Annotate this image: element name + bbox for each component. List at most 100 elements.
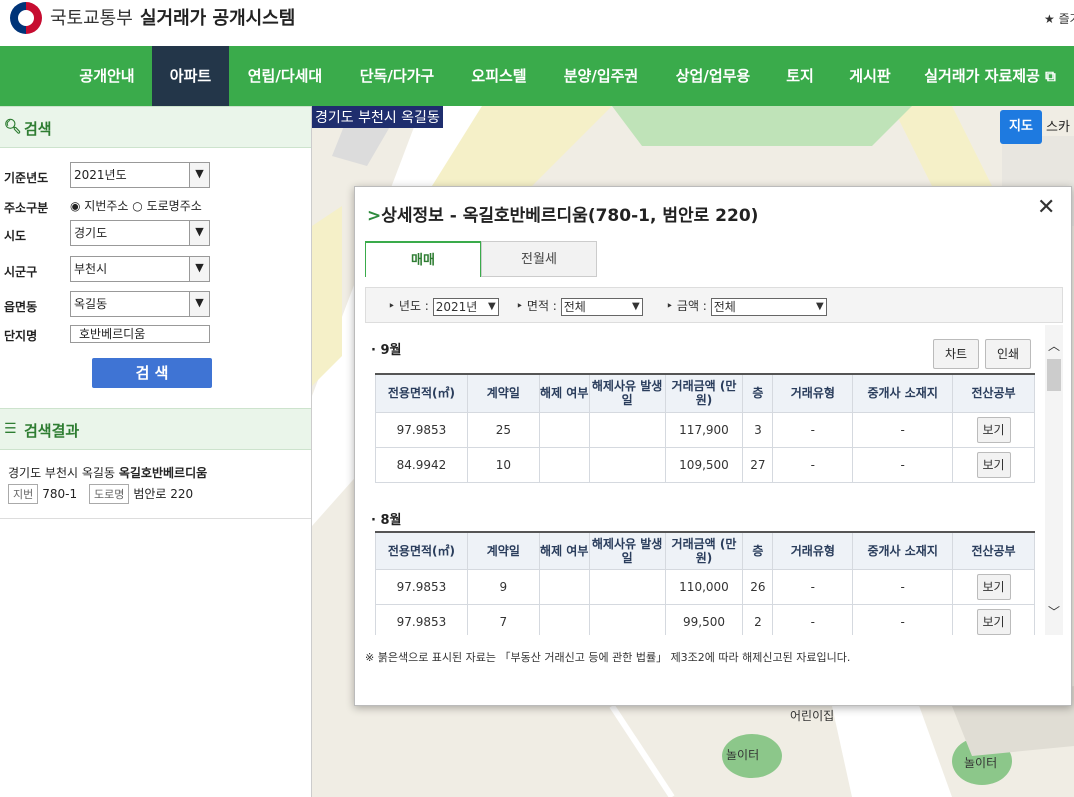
sigungu-label: 시군구 bbox=[4, 265, 38, 279]
search-section-header: 🔍︎ 검색 bbox=[0, 106, 311, 148]
nav-item-commercial[interactable]: 상업/업무용 bbox=[660, 46, 766, 106]
nav-item-presale[interactable]: 분양/입주권 bbox=[548, 46, 654, 106]
addr-type-radios: ◉ 지번주소 ○ 도로명주소 bbox=[70, 197, 202, 214]
radio-jibun-label: 지번주소 bbox=[84, 199, 129, 213]
price-filter-label: 금액 : bbox=[676, 299, 707, 313]
table-scrollbar[interactable]: ︿ ﹀ bbox=[1045, 325, 1063, 635]
complex-input[interactable]: 호반베르디움 bbox=[70, 325, 210, 343]
cell-floor: 3 bbox=[742, 411, 774, 448]
price-filter: ‣ 금액 : 전체 ▼ bbox=[666, 297, 827, 316]
cell-agent: - bbox=[852, 411, 954, 448]
nav-item-data-provision[interactable]: 실거래가 자료제공 ⧉ bbox=[912, 46, 1068, 106]
trade-table-area: · 9월 전용면적(㎡) 계약일 해제 여부 해제사유 발생일 거래금액 (만원… bbox=[365, 325, 1043, 635]
col-cancel: 해제 여부 bbox=[538, 373, 590, 413]
nav-item-board[interactable]: 게시판 bbox=[834, 46, 906, 106]
map-label-playground: 놀이터 bbox=[726, 748, 760, 762]
year-label: 기준년도 bbox=[4, 171, 49, 185]
view-button[interactable]: 보기 bbox=[976, 574, 1011, 600]
chevron-down-icon: ▼ bbox=[189, 221, 209, 245]
chevron-right-icon: > bbox=[367, 206, 382, 226]
cancel-note: ※ 붉은색으로 표시된 자료는 「부동산 거래신고 등에 관한 법률」 제3조2… bbox=[365, 651, 851, 664]
divider bbox=[0, 518, 311, 519]
map-tab[interactable]: 지도 bbox=[1000, 110, 1042, 144]
sido-select[interactable]: 경기도 ▼ bbox=[70, 220, 210, 246]
view-button[interactable]: 보기 bbox=[976, 416, 1011, 443]
cell-trade-type: - bbox=[772, 569, 854, 605]
addr-type-label: 주소구분 bbox=[4, 201, 49, 215]
sigungu-value: 부천시 bbox=[74, 262, 108, 276]
dong-select[interactable]: 옥길동 ▼ bbox=[70, 291, 210, 317]
col-contract-day: 계약일 bbox=[466, 373, 540, 413]
cell-registry: 보기 bbox=[952, 411, 1035, 448]
col-price: 거래금액 (만원) bbox=[664, 531, 744, 570]
dong-label: 읍면동 bbox=[4, 300, 38, 314]
nav-item-land[interactable]: 토지 bbox=[772, 46, 828, 106]
skyview-tab[interactable]: 스카 bbox=[1046, 116, 1070, 135]
cell-area: 84.9942 bbox=[375, 446, 468, 483]
cell-agent: - bbox=[852, 604, 954, 635]
month-label: · 8월 bbox=[371, 512, 402, 528]
table-header-row: 전용면적(㎡) 계약일 해제 여부 해제사유 발생일 거래금액 (만원) 층 거… bbox=[375, 373, 1035, 413]
cell-price: 117,900 bbox=[664, 411, 744, 448]
year-filter-label: 년도 : bbox=[398, 299, 429, 313]
area-filter: ‣ 면적 : 전체 ▼ bbox=[516, 297, 643, 316]
col-cancel-date: 해제사유 발생일 bbox=[588, 373, 666, 413]
search-button[interactable]: 검 색 bbox=[92, 358, 212, 388]
modal-title: >상세정보 - 옥길호반베르디움(780-1, 범안로 220) bbox=[367, 201, 758, 226]
nav-item-detached[interactable]: 단독/다가구 bbox=[344, 46, 450, 106]
col-floor: 층 bbox=[742, 531, 774, 570]
modal-title-text: 상세정보 - 옥길호반베르디움(780-1, 범안로 220) bbox=[381, 206, 759, 226]
cell-floor: 2 bbox=[742, 604, 774, 635]
cell-cancel bbox=[538, 411, 590, 448]
scroll-thumb[interactable] bbox=[1047, 359, 1061, 391]
cell-floor: 26 bbox=[742, 569, 774, 605]
close-icon[interactable]: ✕ bbox=[1037, 197, 1059, 219]
price-filter-select[interactable]: 전체 ▼ bbox=[710, 297, 827, 316]
radio-jibun[interactable]: ◉ 지번주소 bbox=[70, 199, 128, 213]
system-name[interactable]: 실거래가 공개시스템 bbox=[140, 4, 295, 30]
ministry-logo-icon[interactable] bbox=[10, 2, 42, 34]
cell-day: 10 bbox=[466, 446, 540, 483]
nav-item-guide[interactable]: 공개안내 bbox=[62, 46, 152, 106]
col-cancel-date: 해제사유 발생일 bbox=[588, 531, 666, 570]
year-filter-select[interactable]: 2021년 ▼ bbox=[432, 297, 499, 316]
nav-item-apartment[interactable]: 아파트 bbox=[152, 46, 229, 106]
col-area: 전용면적(㎡) bbox=[375, 531, 468, 570]
chevron-up-icon[interactable]: ︿ bbox=[1045, 337, 1063, 354]
year-select[interactable]: 2021년도 ▼ bbox=[70, 162, 210, 188]
complex-label: 단지명 bbox=[4, 329, 38, 343]
table-header-row: 전용면적(㎡) 계약일 해제 여부 해제사유 발생일 거래금액 (만원) 층 거… bbox=[375, 531, 1035, 570]
cell-day: 25 bbox=[466, 411, 540, 448]
area-filter-select[interactable]: 전체 ▼ bbox=[560, 297, 643, 316]
nav-item-officetel[interactable]: 오피스텔 bbox=[456, 46, 542, 106]
cell-cancel-date bbox=[588, 569, 666, 605]
chevron-down-icon: ▼ bbox=[189, 163, 209, 187]
favorite-link[interactable]: ★ 즐겨 bbox=[1044, 10, 1074, 27]
chevron-down-icon[interactable]: ﹀ bbox=[1045, 603, 1063, 620]
cell-registry: 보기 bbox=[952, 446, 1035, 483]
cell-registry: 보기 bbox=[952, 604, 1035, 635]
tab-sale[interactable]: 매매 bbox=[365, 241, 481, 277]
road-tag: 도로명 bbox=[88, 484, 130, 504]
map-location-label: 경기도 부천시 옥길동 bbox=[312, 106, 443, 128]
table-row: 97.9853 7 99,500 2 - - 보기 bbox=[375, 604, 1035, 635]
jibun-value: 780-1 bbox=[42, 487, 78, 501]
cell-price: 110,000 bbox=[664, 569, 744, 605]
nav-item-rowhouse[interactable]: 연립/다세대 bbox=[232, 46, 338, 106]
table-row: 84.9942 10 109,500 27 - - 보기 bbox=[375, 446, 1035, 483]
sido-label: 시도 bbox=[4, 229, 27, 243]
cell-cancel-date bbox=[588, 411, 666, 448]
chevron-down-icon: ▼ bbox=[631, 300, 640, 312]
cell-trade-type: - bbox=[772, 446, 854, 483]
view-button[interactable]: 보기 bbox=[976, 609, 1011, 635]
month-label: · 9월 bbox=[371, 343, 402, 358]
tab-rent[interactable]: 전월세 bbox=[481, 241, 597, 277]
sigungu-select[interactable]: 부천시 ▼ bbox=[70, 256, 210, 282]
result-name: 옥길호반베르디움 bbox=[118, 466, 208, 480]
result-item[interactable]: 경기도 부천시 옥길동 옥길호반베르디움 bbox=[8, 464, 207, 481]
col-contract-day: 계약일 bbox=[466, 531, 540, 570]
ministry-name[interactable]: 국토교통부 bbox=[50, 4, 133, 30]
radio-road[interactable]: ○ 도로명주소 bbox=[132, 199, 202, 213]
view-button[interactable]: 보기 bbox=[976, 451, 1011, 478]
cell-cancel-date bbox=[588, 604, 666, 635]
